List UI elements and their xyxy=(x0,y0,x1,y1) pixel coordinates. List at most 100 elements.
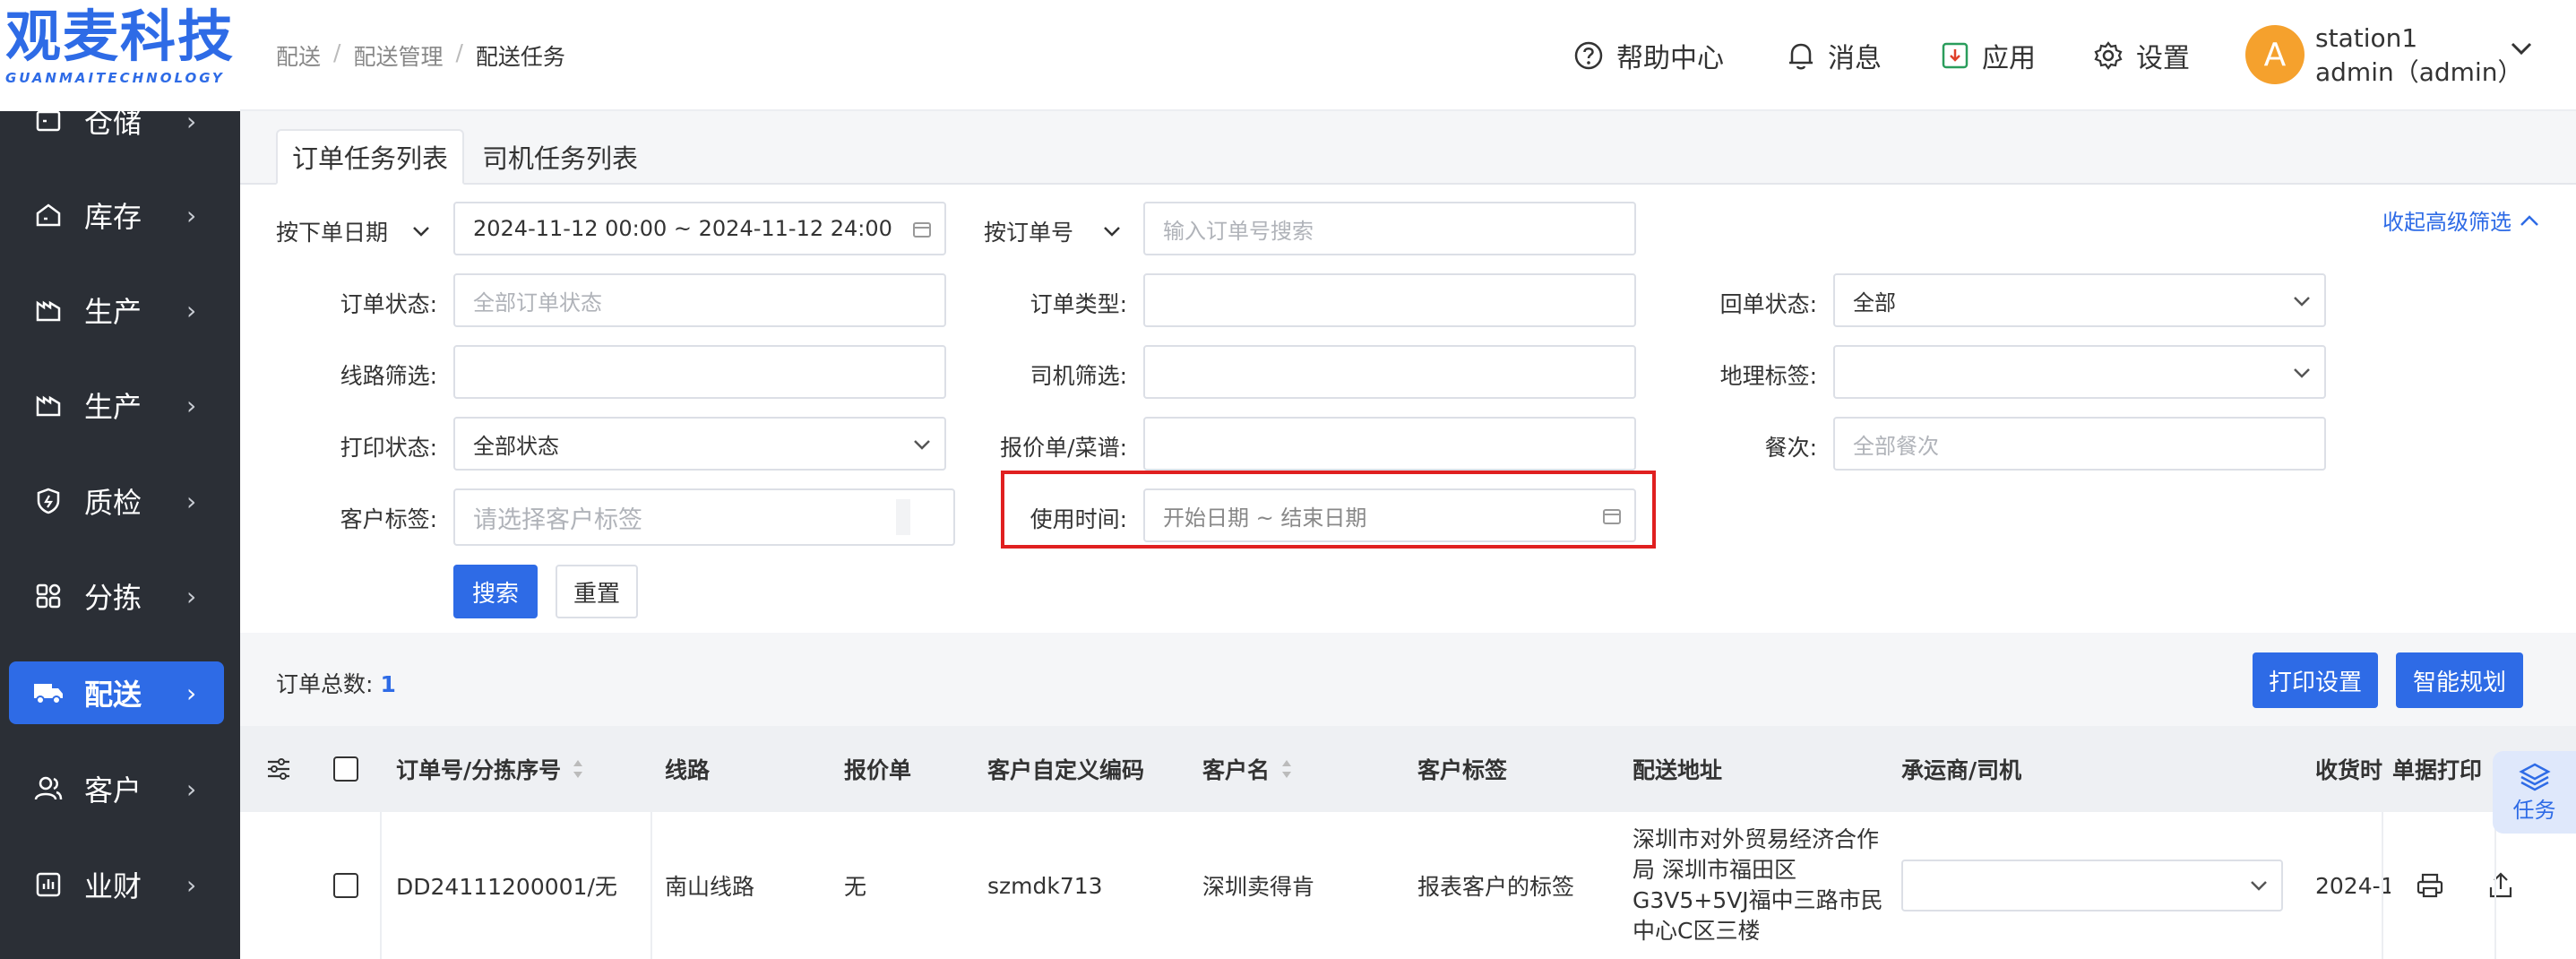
user-info[interactable]: station1 admin（admin） xyxy=(2315,22,2522,90)
return-status-select[interactable]: 全部 xyxy=(1833,273,2326,327)
quality-shield-icon xyxy=(32,485,65,517)
breadcrumb-level1[interactable]: 配送 xyxy=(276,39,321,72)
order-no-type-select[interactable]: 按订单号 xyxy=(984,215,1122,247)
chevron-right-icon: › xyxy=(186,390,197,420)
driver-filter-label: 司机筛选: xyxy=(1030,363,1127,389)
col-route: 线路 xyxy=(665,757,711,783)
col-custom-code: 客户自定义编码 xyxy=(987,757,1145,783)
sidebar-item-inventory[interactable]: 库存 › xyxy=(9,184,224,246)
col-quote: 报价单 xyxy=(844,757,912,783)
print-status-select[interactable]: 全部状态 xyxy=(453,417,946,471)
col-receive-time: 收货时 xyxy=(2315,757,2383,783)
cell-order-no[interactable]: DD24111200001/无 xyxy=(396,812,617,959)
row-checkbox[interactable] xyxy=(333,812,358,959)
column-divider xyxy=(650,812,652,959)
chevron-right-icon: › xyxy=(186,773,197,804)
column-divider xyxy=(380,812,382,959)
date-range-input[interactable]: 2024-11-12 00:00 ~ 2024-11-12 24:00 xyxy=(453,202,946,255)
order-type-select[interactable] xyxy=(1143,273,1636,327)
help-center-label: 帮助中心 xyxy=(1616,43,1724,74)
messages-button[interactable]: 消息 xyxy=(1787,36,1882,75)
sidebar-item-quality[interactable]: 质检 › xyxy=(9,470,224,532)
help-center-button[interactable]: 帮助中心 xyxy=(1573,36,1724,75)
app-download-icon xyxy=(1942,42,1969,69)
col-customer-name[interactable]: 客户名 xyxy=(1202,726,1293,812)
print-settings-button[interactable]: 打印设置 xyxy=(2253,652,2378,708)
date-type-select[interactable]: 按下单日期 xyxy=(276,215,431,247)
sidebar-item-finance[interactable]: 业财 › xyxy=(9,853,224,916)
messages-label: 消息 xyxy=(1828,43,1882,74)
column-divider xyxy=(2382,812,2383,959)
sidebar-item-production-2[interactable]: 生产 › xyxy=(9,374,224,436)
meal-select[interactable]: 全部餐次 xyxy=(1833,417,2326,471)
sidebar-item-delivery[interactable]: 配送 › xyxy=(9,661,224,724)
summary-bar: 订单总数: 1 xyxy=(240,636,2576,726)
sidebar-item-label: 客户 xyxy=(84,773,142,808)
date-type-label: 按下单日期 xyxy=(276,220,389,246)
carrier-driver-select[interactable] xyxy=(1901,860,2283,911)
settings-button[interactable]: 设置 xyxy=(2093,36,2190,75)
breadcrumb-separator: / xyxy=(455,39,463,65)
chevron-right-icon: › xyxy=(186,678,197,708)
customer-icon xyxy=(32,773,65,805)
geo-tag-label: 地理标签: xyxy=(1719,363,1817,389)
search-button[interactable]: 搜索 xyxy=(453,565,538,618)
geo-tag-select[interactable] xyxy=(1833,345,2326,399)
advanced-filter-toggle[interactable]: 收起高级筛选 xyxy=(2382,204,2540,236)
finance-icon xyxy=(32,868,65,901)
tab-order-tasks[interactable]: 订单任务列表 xyxy=(276,129,464,185)
chevron-down-icon[interactable] xyxy=(2509,39,2534,57)
chevron-right-icon: › xyxy=(186,200,197,230)
table-header: 订单号/分拣序号 线路 报价单 客户自定义编码 客户名 客户标签 配送地址 承运… xyxy=(240,726,2576,812)
logo[interactable]: 观麦科技 GUANMAITECHNOLOGY xyxy=(0,0,240,111)
route-filter-label: 线路筛选: xyxy=(340,363,437,389)
smart-plan-button[interactable]: 智能规划 xyxy=(2396,652,2523,708)
select-divider xyxy=(896,499,910,535)
tab-bar: 订单任务列表 司机任务列表 xyxy=(240,129,2576,185)
col-carrier-driver: 承运商/司机 xyxy=(1901,757,2022,783)
chevron-up-icon xyxy=(2520,214,2538,226)
use-time-range-input[interactable]: 开始日期 ~ 结束日期 xyxy=(1143,488,1636,542)
sidebar-item-customer[interactable]: 客户 › xyxy=(9,757,224,820)
chevron-right-icon: › xyxy=(186,869,197,900)
col-order-no[interactable]: 订单号/分拣序号 xyxy=(396,726,584,812)
tab-driver-tasks[interactable]: 司机任务列表 xyxy=(466,129,654,185)
export-icon[interactable] xyxy=(2487,812,2514,959)
calendar-icon xyxy=(1603,509,1621,524)
sidebar-item-sorting[interactable]: 分拣 › xyxy=(9,565,224,627)
sidebar-item-label: 分拣 xyxy=(84,581,142,615)
factory-icon xyxy=(32,389,65,421)
col-customer-tag: 客户标签 xyxy=(1417,757,1508,783)
cell-customer-name: 深圳卖得肯 xyxy=(1202,874,1315,900)
customer-tag-select[interactable]: 请选择客户标签 xyxy=(453,488,955,546)
factory-icon xyxy=(32,294,65,326)
chevron-down-icon xyxy=(413,227,429,237)
sidebar-item-production[interactable]: 生产 › xyxy=(9,279,224,341)
order-no-search-input[interactable]: 输入订单号搜索 xyxy=(1143,202,1636,255)
order-status-placeholder: 全部订单状态 xyxy=(473,289,602,315)
quote-select[interactable] xyxy=(1143,417,1636,471)
breadcrumb-separator: / xyxy=(333,39,341,65)
order-type-label: 订单类型: xyxy=(1030,291,1127,317)
driver-filter-select[interactable] xyxy=(1143,345,1636,399)
apps-button[interactable]: 应用 xyxy=(1941,36,2036,75)
chevron-right-icon: › xyxy=(186,486,197,516)
select-all-checkbox[interactable] xyxy=(333,726,358,812)
calendar-icon xyxy=(913,222,931,238)
reset-button[interactable]: 重置 xyxy=(556,565,638,618)
sorting-icon xyxy=(32,580,65,612)
task-floating-button[interactable]: 任务 xyxy=(2493,751,2576,834)
chevron-down-icon xyxy=(2294,297,2310,307)
use-time-placeholder: 开始日期 ~ 结束日期 xyxy=(1163,505,1367,531)
column-settings-icon[interactable] xyxy=(265,726,292,812)
order-status-select[interactable]: 全部订单状态 xyxy=(453,273,946,327)
cell-route: 南山线路 xyxy=(665,874,755,900)
return-status-label: 回单状态: xyxy=(1719,291,1817,317)
breadcrumb-level2[interactable]: 配送管理 xyxy=(353,39,443,72)
sort-icon xyxy=(1280,758,1293,780)
station-name: station1 xyxy=(2315,23,2418,53)
avatar[interactable]: A xyxy=(2245,25,2305,84)
chevron-right-icon: › xyxy=(186,295,197,325)
print-icon[interactable] xyxy=(2416,812,2444,959)
route-filter-select[interactable] xyxy=(453,345,946,399)
